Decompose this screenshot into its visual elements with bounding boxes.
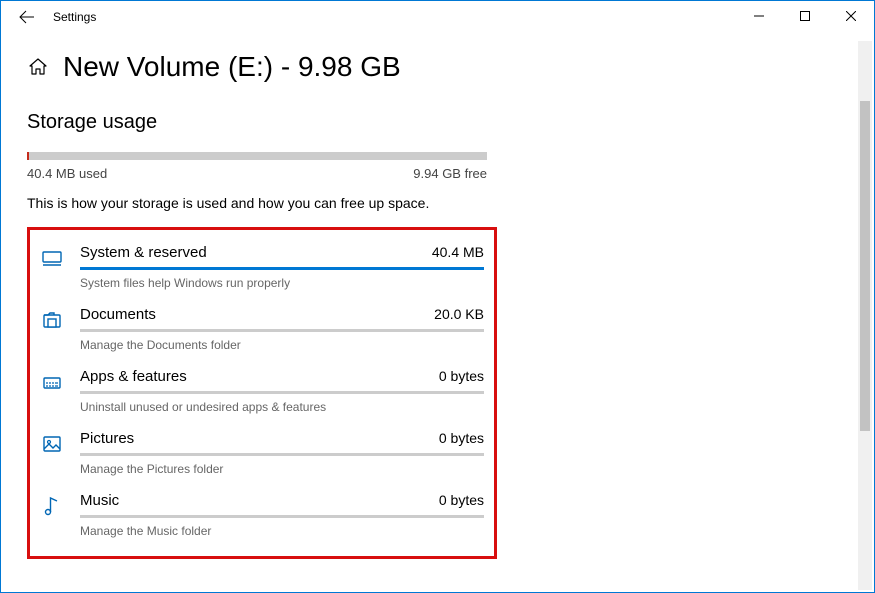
storage-category-pictures[interactable]: Pictures 0 bytes Manage the Pictures folde… <box>40 424 484 486</box>
storage-category-documents[interactable]: Documents 20.0 KB Manage the Documents fol… <box>40 300 484 362</box>
categories-highlight-box: System & reserved 40.4 MB System files hel… <box>27 227 497 559</box>
category-name: System & reserved <box>80 244 207 261</box>
storage-usage-bar <box>27 152 487 160</box>
home-icon[interactable] <box>27 56 49 78</box>
storage-category-music[interactable]: Music 0 bytes Manage the Music folder <box>40 486 484 548</box>
category-description: System files help Windows run properly <box>80 276 484 290</box>
category-size: 0 bytes <box>439 430 484 446</box>
category-bar-fill <box>80 267 484 270</box>
back-arrow-icon <box>19 9 35 25</box>
maximize-icon <box>800 11 810 21</box>
category-bar <box>80 515 484 518</box>
close-button[interactable] <box>828 1 874 31</box>
category-description: Manage the Music folder <box>80 524 484 538</box>
category-name: Music <box>80 492 119 509</box>
back-button[interactable] <box>13 3 41 31</box>
app-name: Settings <box>53 10 96 24</box>
category-bar <box>80 329 484 332</box>
close-icon <box>846 11 856 21</box>
music-icon <box>40 494 64 518</box>
category-name: Documents <box>80 306 156 323</box>
section-heading: Storage usage <box>27 111 848 134</box>
category-description: Manage the Documents folder <box>80 338 484 352</box>
category-size: 0 bytes <box>439 492 484 508</box>
category-description: Manage the Pictures folder <box>80 462 484 476</box>
pictures-icon <box>40 432 64 456</box>
storage-usage-bar-fill <box>27 152 29 160</box>
page-title: New Volume (E:) - 9.98 GB <box>63 51 401 83</box>
storage-description: This is how your storage is used and how… <box>27 195 848 211</box>
documents-icon <box>40 308 64 332</box>
category-size: 20.0 KB <box>434 306 484 322</box>
category-size: 0 bytes <box>439 368 484 384</box>
page-header: New Volume (E:) - 9.98 GB <box>27 51 848 83</box>
scrollbar-thumb[interactable] <box>860 101 870 431</box>
system-icon <box>40 246 64 270</box>
maximize-button[interactable] <box>782 1 828 31</box>
storage-free-label: 9.94 GB free <box>413 166 487 181</box>
storage-bar-labels: 40.4 MB used 9.94 GB free <box>27 166 487 181</box>
category-bar <box>80 391 484 394</box>
category-name: Pictures <box>80 430 134 447</box>
storage-category-apps[interactable]: Apps & features 0 bytes Uninstall unused o… <box>40 362 484 424</box>
storage-category-system[interactable]: System & reserved 40.4 MB System files hel… <box>40 238 484 300</box>
scrollbar[interactable] <box>858 41 872 590</box>
minimize-icon <box>754 11 764 21</box>
titlebar: Settings <box>1 1 874 33</box>
minimize-button[interactable] <box>736 1 782 31</box>
category-description: Uninstall unused or undesired apps & fea… <box>80 400 484 414</box>
category-bar <box>80 453 484 456</box>
window-controls <box>736 1 874 31</box>
category-size: 40.4 MB <box>432 244 484 260</box>
apps-icon <box>40 370 64 394</box>
category-name: Apps & features <box>80 368 187 385</box>
storage-used-label: 40.4 MB used <box>27 166 107 181</box>
category-bar <box>80 267 484 270</box>
